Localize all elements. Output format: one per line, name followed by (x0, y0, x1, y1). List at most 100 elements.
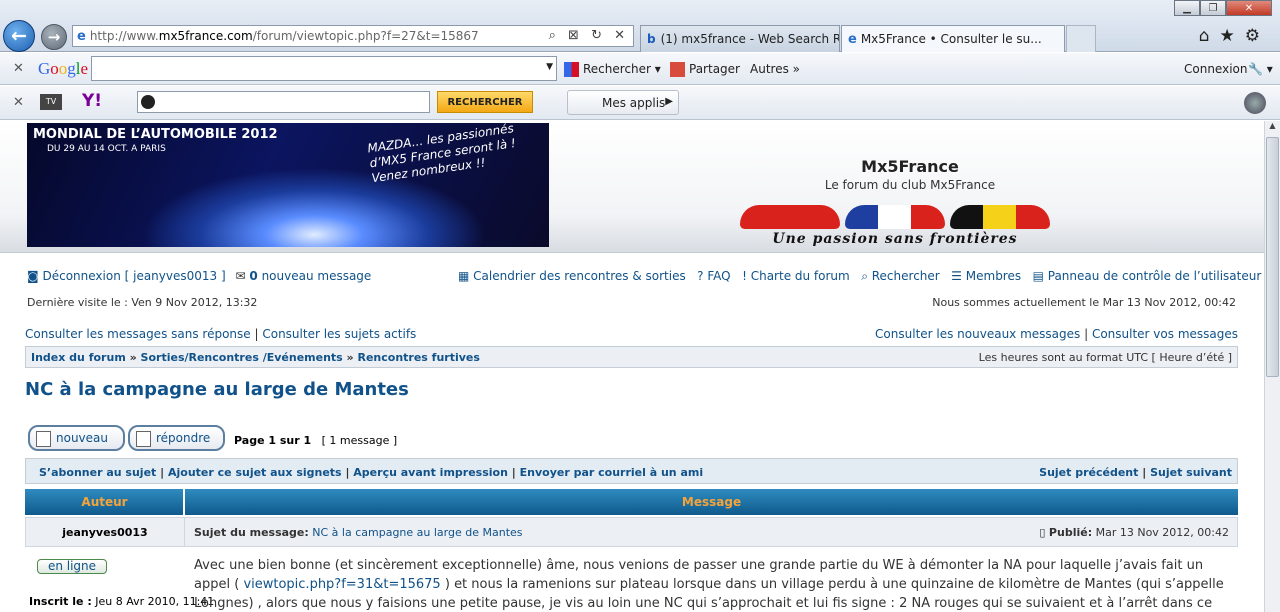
share-icon (670, 62, 685, 77)
belgian-car (950, 205, 1050, 229)
breadcrumb-events[interactable]: Sorties/Rencontres /Evénements (141, 351, 343, 364)
breadcrumb: Index du forum » Sorties/Rencontres /Evé… (25, 346, 1238, 368)
info-icon: ! (742, 269, 747, 283)
posts-table-header: Auteur Message (25, 489, 1238, 515)
email-link[interactable]: Envoyer par courriel à un ami (520, 466, 704, 479)
mondial-banner[interactable]: MONDIAL DE L’AUTOMOBILE 2012 DU 29 AU 14… (27, 123, 549, 247)
breadcrumb-furtive[interactable]: Rencontres furtives (357, 351, 479, 364)
tv-icon[interactable]: TV (40, 94, 62, 110)
charter-link[interactable]: ! Charte du forum (742, 269, 850, 283)
forum-header: MONDIAL DE L’AUTOMOBILE 2012 DU 29 AU 14… (0, 121, 1264, 253)
google-logo: Google (38, 59, 89, 78)
next-topic-link[interactable]: Sujet suivant (1150, 466, 1232, 479)
browser-right-icons[interactable]: ⌂★⚙ (1199, 26, 1270, 46)
message-column-header: Message (681, 495, 742, 509)
google-search-input[interactable]: ▼ (91, 56, 557, 81)
user-links: ◙ Déconnexion [ jeanyves0013 ] ✉ 0 nouve… (27, 269, 371, 283)
home-icon[interactable]: ⌂ (1199, 26, 1220, 46)
post-subject-link[interactable]: NC à la campagne au large de Mantes (312, 526, 522, 539)
search-icon: ⌕ (861, 269, 868, 283)
wrench-icon[interactable]: 🔧 ▾ (1248, 62, 1273, 76)
members-icon: ☰ (951, 269, 962, 283)
help-icon: ? (697, 269, 704, 283)
scroll-up-icon[interactable]: ▲ (1265, 121, 1280, 130)
post-header-row: jeanyves0013 Sujet du message: NC à la c… (25, 517, 1238, 547)
scrollbar-thumb[interactable] (1266, 137, 1279, 377)
post-icon: ▯ (1039, 526, 1046, 539)
bing-icon: b (647, 32, 656, 46)
author-column-header: Auteur (81, 495, 128, 509)
dropdown-icon[interactable]: ▼ (546, 62, 553, 72)
members-link[interactable]: ☰ Membres (951, 269, 1021, 283)
address-actions[interactable]: ⌕ ⊠ ↻ ✕ (549, 28, 629, 43)
google-search-button[interactable]: Rechercher ▾ (564, 62, 661, 77)
topic-title[interactable]: NC à la campagne au large de Mantes (25, 379, 409, 400)
pagination-info: Page 1 sur 1 [ 1 message ] (234, 434, 398, 447)
tab-web-search[interactable]: b (1) mx5france - Web Search Re... (640, 25, 840, 52)
toolbar-settings-icon[interactable] (1244, 92, 1266, 114)
calendar-link[interactable]: ▦ Calendrier des rencontres & sorties (458, 269, 686, 283)
new-tab-button[interactable] (1066, 25, 1096, 52)
subscribe-link[interactable]: S’abonner au sujet (39, 466, 156, 479)
search-link[interactable]: ⌕ Rechercher (861, 269, 940, 283)
breadcrumb-index[interactable]: Index du forum (31, 351, 126, 364)
post-body-link[interactable]: viewtopic.php?f=31&t=15675 (243, 577, 440, 592)
yahoo-toolbar: ✕ TV Y! RECHERCHER Mes applis ▶ (0, 86, 1280, 120)
address-bar[interactable]: e http://www.mx5france.com/forum/viewtop… (72, 25, 634, 47)
unanswered-link[interactable]: Consulter les messages sans réponse (25, 327, 251, 341)
more-button[interactable]: Autres » (750, 62, 800, 76)
minimize-button[interactable]: ▁ (1174, 0, 1200, 16)
online-badge: en ligne (37, 559, 107, 574)
envelope-icon: ✉ (235, 269, 246, 283)
back-button[interactable]: ← (3, 20, 35, 52)
banner-dates: DU 29 AU 14 OCT. A PARIS (47, 144, 166, 154)
last-visit: Dernière visite le : Ven 9 Nov 2012, 13:… (27, 296, 258, 309)
star-icon[interactable]: ★ (1220, 26, 1245, 46)
share-button[interactable]: Partager (670, 62, 740, 77)
search-links-right: Consulter les nouveaux messages | Consul… (875, 327, 1238, 341)
my-apps-button[interactable]: Mes applis ▶ (567, 90, 679, 115)
vertical-scrollbar[interactable]: ▲ (1264, 121, 1280, 612)
post-author[interactable]: jeanyves0013 (26, 518, 185, 546)
yahoo-logo[interactable]: Y! (82, 91, 102, 111)
maximize-button[interactable]: ❐ (1200, 0, 1226, 16)
google-toolbar: ✕ Google ▼ Rechercher ▾ Partager Autres … (0, 53, 1280, 85)
gear-icon[interactable]: ⚙ (1245, 26, 1270, 46)
banner-slogan: MAZDA... les passionnés d’MX5 France ser… (366, 123, 517, 186)
site-title-block: Mx5France Le forum du club Mx5France (760, 157, 1060, 192)
previous-topic-link[interactable]: Sujet précédent (1039, 466, 1138, 479)
swiss-car (740, 205, 840, 229)
yahoo-search-button[interactable]: RECHERCHER (437, 91, 533, 113)
ie-icon: e (77, 28, 86, 44)
active-topics-link[interactable]: Consulter les sujets actifs (262, 327, 416, 341)
club-logo: Une passion sans frontières (740, 199, 1050, 251)
topic-actions: S’abonner au sujet | Ajouter ce sujet au… (25, 458, 1238, 484)
close-toolbar-icon[interactable]: ✕ (13, 61, 24, 76)
logout-link[interactable]: ◙ Déconnexion [ jeanyves0013 ] (27, 269, 226, 283)
reply-button[interactable]: répondre (128, 425, 225, 451)
chevron-right-icon: ▶ (665, 96, 673, 107)
signin-button[interactable]: Connexion (1184, 62, 1248, 76)
ucp-link[interactable]: ▤ Panneau de contrôle de l’utilisateur (1033, 269, 1262, 283)
panel-icon: ▤ (1032, 269, 1044, 283)
your-posts-link[interactable]: Consulter vos messages (1092, 327, 1238, 341)
new-topic-button[interactable]: nouveau (28, 425, 125, 451)
new-posts-link[interactable]: Consulter les nouveaux messages (875, 327, 1080, 341)
tab-mx5france[interactable]: e Mx5France • Consulter le su... (841, 25, 1065, 52)
print-link[interactable]: Aperçu avant impression (353, 466, 508, 479)
faq-link[interactable]: ? FAQ (697, 269, 730, 283)
bookmark-link[interactable]: Ajouter ce sujet aux signets (168, 466, 342, 479)
search-links-left: Consulter les messages sans réponse | Co… (25, 327, 417, 341)
banner-title: MONDIAL DE L’AUTOMOBILE 2012 (33, 127, 278, 142)
timezone-note: Les heures sont au format UTC [ Heure d’… (978, 351, 1232, 364)
site-tagline: Le forum du club Mx5France (824, 178, 996, 192)
url-text: http://www.mx5france.com/forum/viewtopic… (89, 29, 479, 43)
site-motto: Une passion sans frontières (772, 231, 1018, 247)
new-message-link[interactable]: ✉ 0 nouveau message (235, 269, 371, 283)
yahoo-search-input[interactable] (137, 91, 430, 113)
forward-button[interactable]: → (41, 24, 67, 50)
ie-icon: e (848, 31, 857, 47)
close-window-button[interactable]: ✕ (1226, 0, 1272, 16)
close-toolbar-icon[interactable]: ✕ (13, 95, 24, 110)
site-name: Mx5France (861, 157, 959, 176)
